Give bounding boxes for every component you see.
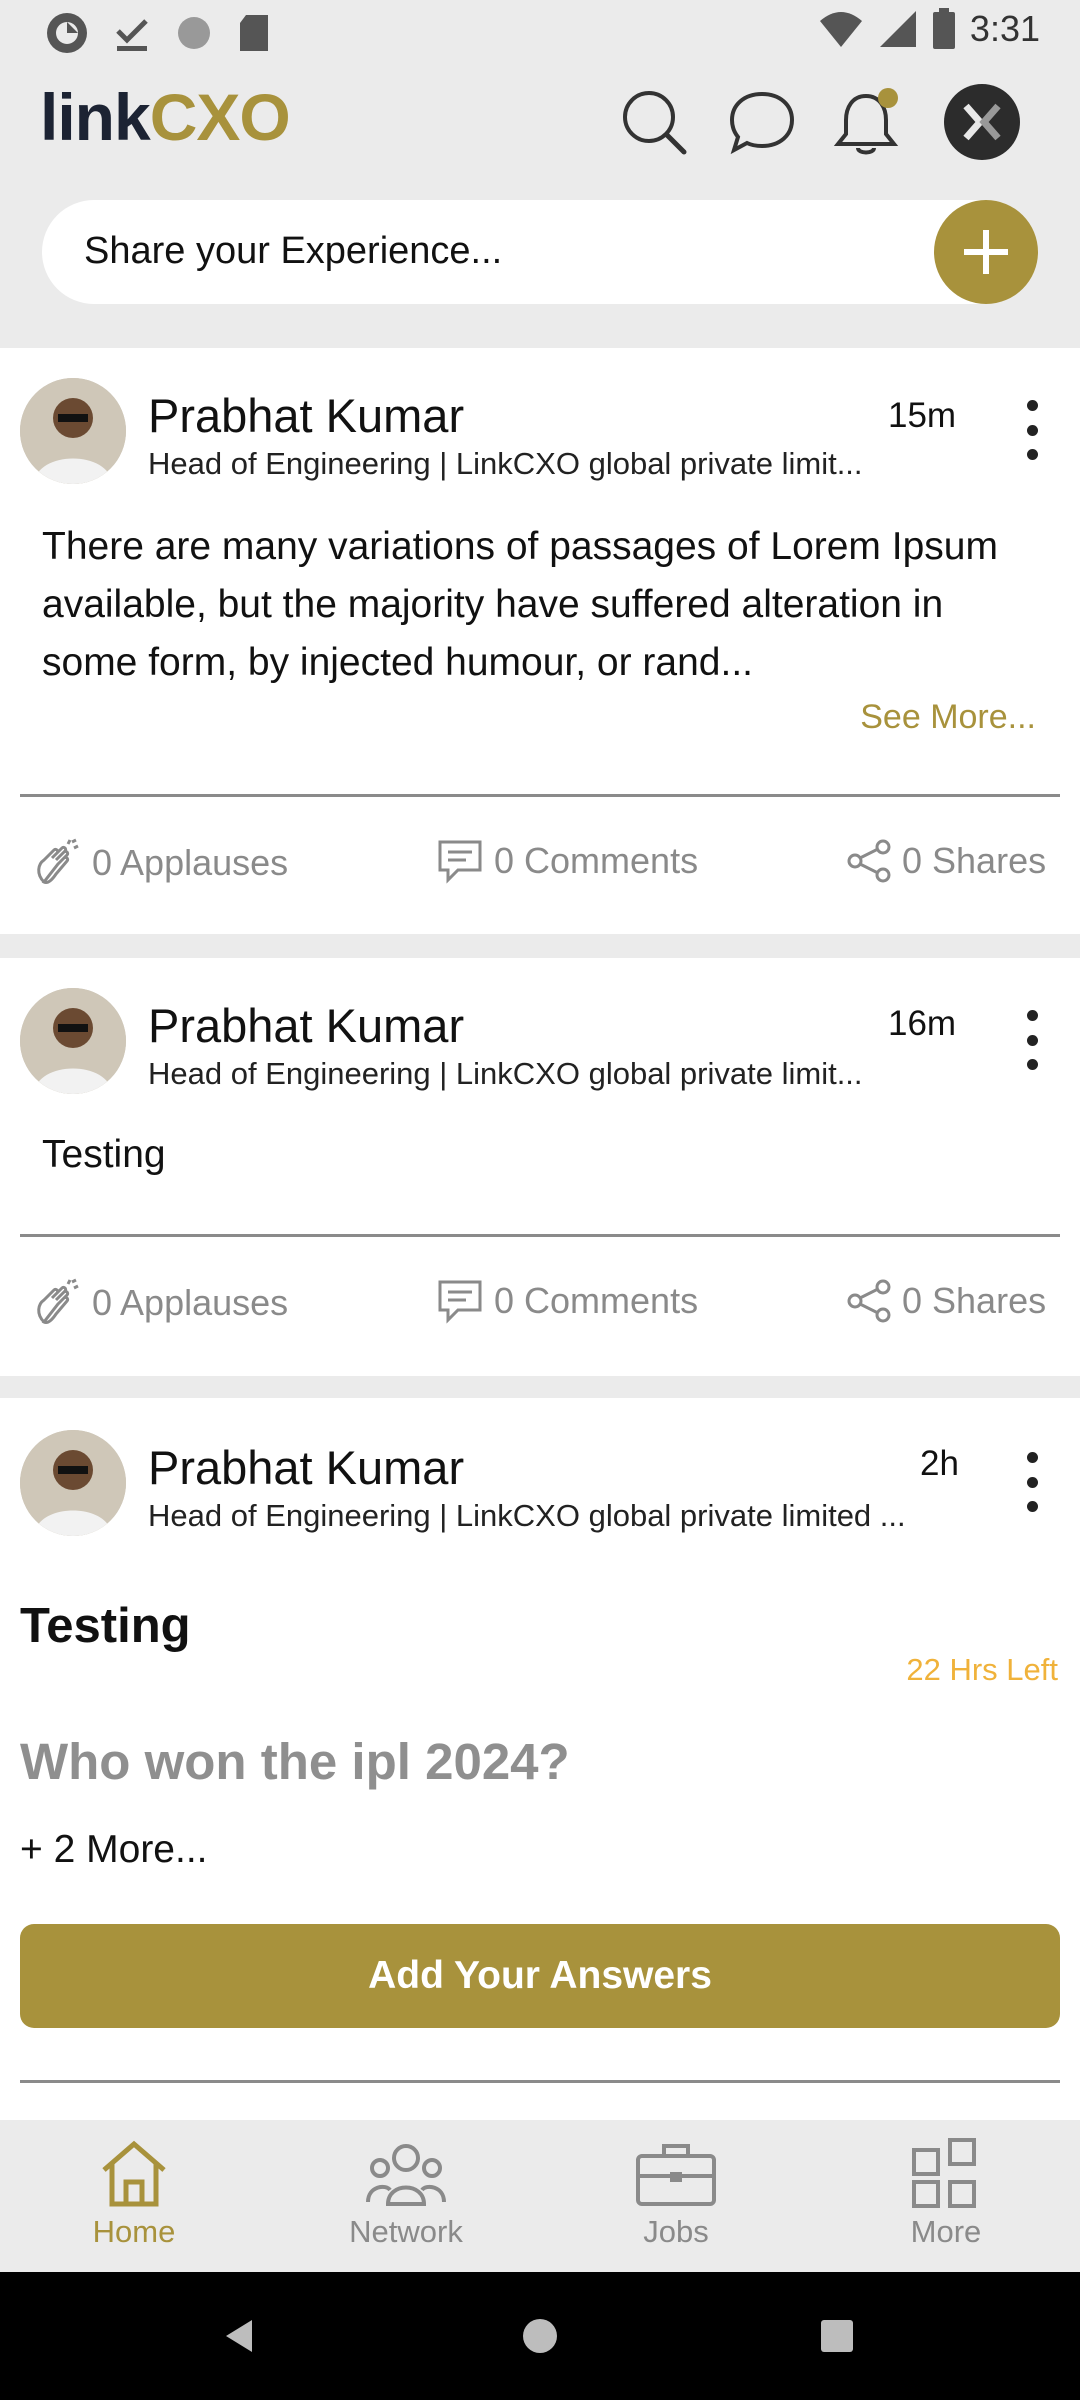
chat-icon[interactable] [724,84,800,160]
create-post-button[interactable] [934,200,1038,304]
author-avatar[interactable] [20,1430,126,1536]
applause-count: 0 Applauses [92,1282,289,1323]
comment-icon [438,840,482,884]
poll-card: Prabhat Kumar Head of Engineering | Link… [0,1398,1080,2120]
clock-time: 3:31 [969,8,1040,49]
sd-card-icon [240,15,268,51]
author-avatar[interactable] [20,988,126,1094]
post-actions: 0 Applauses 0 Comments 0 Shares [0,838,1080,898]
app-logo[interactable]: linkCXO [40,84,291,150]
recents-icon[interactable] [820,2319,854,2353]
share-experience-input[interactable]: Share your Experience... [42,200,1038,304]
search-icon[interactable] [616,84,692,160]
signal-icon [879,11,916,47]
divider [20,1234,1060,1237]
shares-button[interactable]: 0 Shares [846,1278,1046,1324]
applause-button[interactable]: 0 Applauses [32,838,288,888]
profile-avatar[interactable] [944,84,1020,160]
post-card: Prabhat Kumar Head of Engineering | Link… [0,958,1080,1376]
author-title: Head of Engineering | LinkCXO global pri… [148,446,863,481]
add-answers-button[interactable]: Add Your Answers [20,1924,1060,2028]
logo-part-1: link [40,80,151,154]
more-options-link[interactable]: + 2 More... [20,1828,208,1872]
shares-count: 0 Shares [902,840,1047,881]
post-time: 15m [888,396,957,435]
comment-icon [438,1280,482,1324]
comments-button[interactable]: 0 Comments [436,838,698,884]
post-time: 16m [888,1004,957,1043]
share-icon [847,839,891,883]
applause-count: 0 Applauses [92,842,289,883]
nav-jobs-label: Jobs [643,2214,709,2249]
network-icon [366,2144,446,2206]
share-placeholder: Share your Experience... [84,230,503,272]
author-title: Head of Engineering | LinkCXO global pri… [148,1498,906,1533]
nav-more[interactable]: More [866,2138,1026,2250]
divider [20,2080,1060,2083]
poll-question: Who won the ipl 2024? [20,1733,570,1790]
post-menu-button[interactable] [1020,1452,1044,1512]
post-menu-button[interactable] [1020,1010,1044,1070]
author-title: Head of Engineering | LinkCXO global pri… [148,1056,863,1091]
nav-home-label: Home [92,2214,176,2249]
shares-button[interactable]: 0 Shares [846,838,1046,884]
nav-more-label: More [910,2214,982,2249]
profile-icon [963,103,1001,141]
circle-icon [178,17,210,49]
shares-count: 0 Shares [902,1280,1047,1321]
comments-count: 0 Comments [494,840,699,881]
sync-icon [47,13,87,53]
home-circle-icon[interactable] [522,2318,558,2354]
post-time: 2h [920,1444,959,1483]
author-avatar[interactable] [20,378,126,484]
share-icon [847,1279,891,1323]
battery-icon [932,8,955,49]
download-done-icon [116,19,148,51]
post-card: Prabhat Kumar Head of Engineering | Link… [0,348,1080,934]
applause-button[interactable]: 0 Applauses [32,1278,288,1328]
post-menu-button[interactable] [1020,400,1044,460]
briefcase-icon [636,2144,716,2206]
wifi-icon [819,12,862,47]
clap-icon [37,838,79,884]
see-more-link[interactable]: See More... [860,698,1036,737]
post-body: Testing [42,1133,166,1176]
clap-icon [37,1278,79,1324]
author-name[interactable]: Prabhat Kumar [148,1440,464,1495]
author-name[interactable]: Prabhat Kumar [148,998,464,1053]
poll-title: Testing [20,1599,191,1653]
nav-network[interactable]: Network [326,2138,486,2250]
plus-icon [964,230,1008,274]
nav-jobs[interactable]: Jobs [596,2138,756,2250]
app-header: linkCXO Share your Experience... [0,64,1080,340]
status-bar: 3:31 [0,0,1080,64]
nav-network-label: Network [349,2214,463,2249]
divider [20,794,1060,797]
time-left-label: 22 Hrs Left [906,1652,1058,1687]
home-icon [102,2140,166,2207]
grid-icon [912,2138,976,2208]
comments-count: 0 Comments [494,1280,699,1321]
logo-part-2: CXO [149,80,291,154]
post-actions: 0 Applauses 0 Comments 0 Shares [0,1278,1080,1338]
bottom-navigation: Home Network Jobs More [0,2120,1080,2272]
comments-button[interactable]: 0 Comments [436,1278,698,1324]
back-icon[interactable] [222,2318,256,2354]
nav-home[interactable]: Home [54,2138,214,2250]
system-navigation-bar [0,2272,1080,2400]
author-name[interactable]: Prabhat Kumar [148,388,464,443]
add-answers-label: Add Your Answers [368,1954,712,1997]
post-body: There are many variations of passages of… [42,525,998,684]
bell-icon[interactable] [828,84,904,160]
